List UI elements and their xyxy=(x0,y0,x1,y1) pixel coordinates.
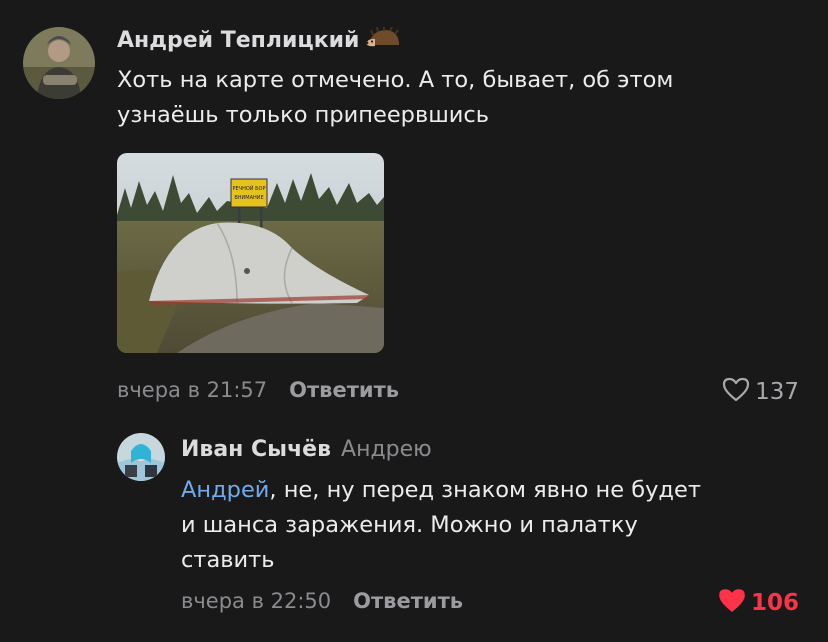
avatar-ivan[interactable] xyxy=(117,433,165,481)
like-button[interactable]: 137 xyxy=(722,376,799,408)
comment-meta-andrey: вчера в 21:57 Ответить xyxy=(117,378,399,402)
author-name[interactable]: Андрей Теплицкий xyxy=(117,28,359,53)
author-name[interactable]: Иван Сычёв xyxy=(181,437,331,462)
like-button[interactable]: 106 xyxy=(718,587,799,619)
heart-filled-icon xyxy=(718,587,751,619)
comment-text-line: и шанса заражения. Можно и палатку xyxy=(181,512,638,538)
comment-text-line: ставить xyxy=(181,547,275,573)
sign-text-line1: РЕЧНОЙ БОР xyxy=(232,185,265,192)
comment-text-andrey: Хоть на карте отмечено. А то, бывает, об… xyxy=(117,63,673,133)
comment-text-line: узнаёшь только припеервшись xyxy=(117,102,490,128)
comment-time: вчера в 21:57 xyxy=(117,378,268,402)
reply-button[interactable]: Ответить xyxy=(289,378,399,402)
hedgehog-icon xyxy=(365,26,401,55)
mention-link[interactable]: Андрей xyxy=(181,477,269,503)
reply-to-label[interactable]: Андрею xyxy=(341,437,432,462)
comment-time: вчера в 22:50 xyxy=(181,589,332,613)
comment-photo-attachment[interactable]: РЕЧНОЙ БОР ВНИМАНИЕ xyxy=(117,153,384,353)
comment-text-line: Хоть на карте отмечено. А то, бывает, об… xyxy=(117,67,674,93)
comment-author-andrey[interactable]: Андрей Теплицкий xyxy=(117,26,401,55)
sign-text-line2: ВНИМАНИЕ xyxy=(234,195,263,201)
comment-text-ivan: Андрей, не, ну перед знаком явно не буде… xyxy=(181,473,701,578)
comment-text-fragment: , не, ну перед знаком явно не будет xyxy=(269,477,701,503)
reply-button[interactable]: Ответить xyxy=(353,589,463,613)
like-count: 106 xyxy=(750,590,799,616)
comment-author-ivan[interactable]: Иван Сычёв Андрею xyxy=(181,437,432,462)
like-count: 137 xyxy=(755,379,799,405)
avatar-andrey[interactable] xyxy=(23,27,95,99)
heart-outline-icon xyxy=(722,376,755,408)
comment-meta-ivan: вчера в 22:50 Ответить xyxy=(181,589,463,613)
comment-text-line: Андрей, не, ну перед знаком явно не буде… xyxy=(181,473,701,508)
